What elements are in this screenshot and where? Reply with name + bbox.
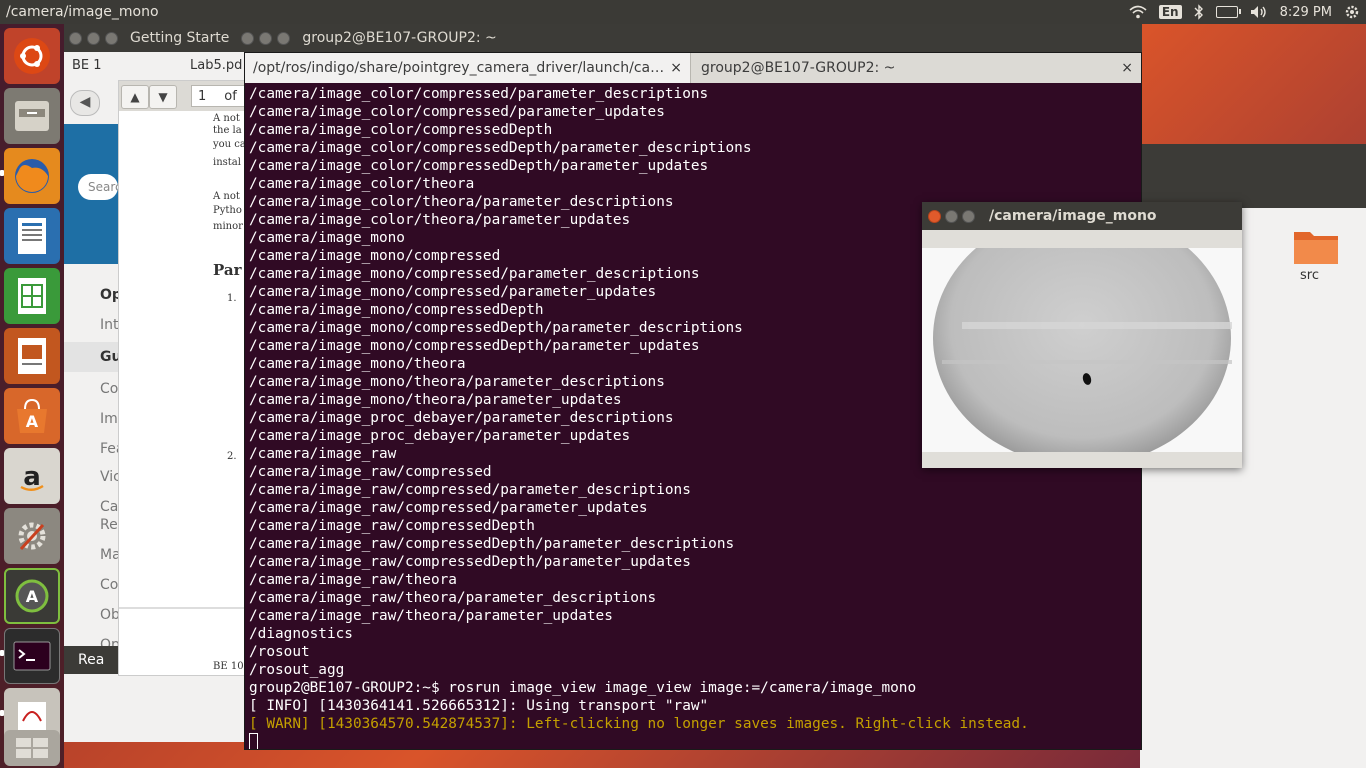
svg-text:A: A <box>26 587 39 606</box>
ubuntu-dash-icon[interactable] <box>4 28 60 84</box>
close-icon[interactable] <box>241 31 255 45</box>
workspace-switcher-icon[interactable] <box>4 730 60 766</box>
pdf-footer: BE 10 <box>213 661 244 672</box>
site-search-input[interactable]: Searc <box>78 174 122 200</box>
terminal-tab[interactable]: /opt/ros/indigo/share/pointgrey_camera_d… <box>245 53 691 83</box>
top-panel: /camera/image_mono En 8:29 PM <box>0 0 1366 24</box>
browser-tab[interactable]: BE 1 <box>72 58 102 73</box>
impress-icon[interactable] <box>4 328 60 384</box>
terminal-tab-label: group2@BE107-GROUP2: ~ <box>701 60 896 76</box>
running-indicator <box>0 170 4 176</box>
pdf-text-line: A not <box>213 191 240 202</box>
software-updater-icon[interactable]: A <box>4 568 60 624</box>
minimize-icon[interactable] <box>945 209 958 223</box>
terminal-line: /camera/image_raw/compressedDepth <box>249 518 535 534</box>
pdf-text-line: instal <box>213 157 241 168</box>
pdf-page-number: 1 <box>198 89 207 104</box>
system-settings-icon[interactable] <box>4 508 60 564</box>
bluetooth-icon[interactable] <box>1194 4 1204 20</box>
image-window-title: /camera/image_mono <box>989 208 1157 224</box>
terminal-line: /camera/image_raw/compressedDepth/parame… <box>249 554 691 570</box>
browser-tab-2[interactable]: Lab5.pd <box>190 58 242 73</box>
terminal-line: /camera/image_raw/theora/parameter_descr… <box>249 590 657 606</box>
terminal-icon[interactable] <box>4 628 60 684</box>
minimize-icon[interactable] <box>259 31 273 45</box>
terminal-cursor <box>249 733 258 749</box>
terminal-warn-line: [ WARN] [1430364570.542874537]: Left-cli… <box>249 716 1029 732</box>
terminal-line: /rosout <box>249 644 310 660</box>
pdf-page-input[interactable]: 1 of <box>191 85 245 107</box>
folder-label[interactable]: src <box>1300 268 1319 283</box>
back-button[interactable]: ◀ <box>70 90 100 116</box>
terminal-tab-bar: /opt/ros/indigo/share/pointgrey_camera_d… <box>245 53 1141 83</box>
terminal-tab-label: /opt/ros/indigo/share/pointgrey_camera_d… <box>253 60 665 76</box>
pdf-text-line: the la <box>213 125 242 136</box>
terminal-line: /rosout_agg <box>249 662 345 678</box>
terminal-line: /camera/image_color/theora <box>249 176 475 192</box>
amazon-icon[interactable]: a <box>4 448 60 504</box>
image-view-window: /camera/image_mono <box>922 202 1242 468</box>
background-window-titlebar: Getting Starte group2@BE107-GROUP2: ~ <box>64 24 1142 52</box>
maximize-icon[interactable] <box>962 209 975 223</box>
terminal-line: /camera/image_color/compressedDepth/para… <box>249 158 709 174</box>
pdf-viewer-window: ▲ ▼ 1 of A not the la you ca instal A not… <box>118 80 249 676</box>
clock[interactable]: 8:29 PM <box>1280 5 1332 20</box>
terminal-line: group2@BE107-GROUP2:~$ rosrun image_view… <box>249 680 917 696</box>
reader-button[interactable]: Rea <box>64 646 118 674</box>
calc-icon[interactable] <box>4 268 60 324</box>
terminal-line: /camera/image_raw/compressedDepth/parame… <box>249 536 735 552</box>
close-icon[interactable]: × <box>670 53 682 83</box>
terminal-line: /camera/image_raw/compressed/parameter_u… <box>249 500 648 516</box>
minimize-icon[interactable] <box>87 31 100 45</box>
file-manager-header <box>1140 144 1366 208</box>
terminal-line: /diagnostics <box>249 626 353 642</box>
terminal-line: /camera/image_raw/theora <box>249 572 457 588</box>
close-icon[interactable]: × <box>1121 53 1133 83</box>
pdf-list-marker: 1. <box>227 293 237 304</box>
terminal-line: /camera/image_raw/theora/parameter_updat… <box>249 608 613 624</box>
pdf-toolbar: ▲ ▼ 1 of <box>119 81 249 111</box>
pdf-of-label: of <box>224 89 237 104</box>
maximize-icon[interactable] <box>277 31 291 45</box>
terminal-line: /camera/image_color/compressedDepth <box>249 122 553 138</box>
camera-image[interactable] <box>922 248 1242 452</box>
gear-icon[interactable] <box>1344 4 1360 20</box>
pdf-prev-page-button[interactable]: ▲ <box>121 85 149 109</box>
writer-icon[interactable] <box>4 208 60 264</box>
terminal-line: [ INFO] [1430364141.526665312]: Using tr… <box>249 698 709 714</box>
terminal-line: /camera/image_color/compressed/parameter… <box>249 86 709 102</box>
terminal-window-title: group2@BE107-GROUP2: ~ <box>302 30 497 46</box>
wifi-icon[interactable] <box>1129 5 1147 19</box>
close-icon[interactable] <box>69 31 82 45</box>
firefox-icon[interactable] <box>4 148 60 204</box>
keyboard-layout-indicator[interactable]: En <box>1158 5 1182 19</box>
terminal-line: /camera/image_raw/compressed/parameter_d… <box>249 482 691 498</box>
running-indicator <box>0 710 4 716</box>
maximize-icon[interactable] <box>105 31 118 45</box>
active-window-title: /camera/image_mono <box>6 4 159 20</box>
terminal-prompt-line <box>249 733 1139 749</box>
volume-icon[interactable] <box>1250 5 1268 19</box>
browser-window-title: Getting Starte <box>130 30 230 46</box>
launcher: A a A <box>0 24 64 768</box>
pdf-text-line: A not <box>213 113 240 124</box>
software-center-icon[interactable]: A <box>4 388 60 444</box>
system-tray: En 8:29 PM <box>1129 0 1360 24</box>
pdf-text-line: Pytho <box>213 205 242 216</box>
svg-text:A: A <box>26 412 39 431</box>
folder-icon[interactable] <box>1292 226 1340 266</box>
image-window-titlebar[interactable]: /camera/image_mono <box>922 202 1242 230</box>
pdf-next-page-button[interactable]: ▼ <box>149 85 177 109</box>
pdf-heading: Par <box>213 261 242 279</box>
running-indicator <box>0 650 4 656</box>
pdf-list-marker: 2. <box>227 451 237 462</box>
terminal-tab[interactable]: group2@BE107-GROUP2: ~ × <box>691 53 1141 83</box>
terminal-line: /camera/image_color/compressed/parameter… <box>249 104 665 120</box>
close-icon[interactable] <box>928 209 941 223</box>
files-icon[interactable] <box>4 88 60 144</box>
battery-icon[interactable] <box>1215 6 1241 18</box>
pdf-text-line: you ca <box>213 139 246 150</box>
terminal-line: /camera/image_color/compressedDepth/para… <box>249 140 752 156</box>
pdf-text-line: minor <box>213 221 243 232</box>
